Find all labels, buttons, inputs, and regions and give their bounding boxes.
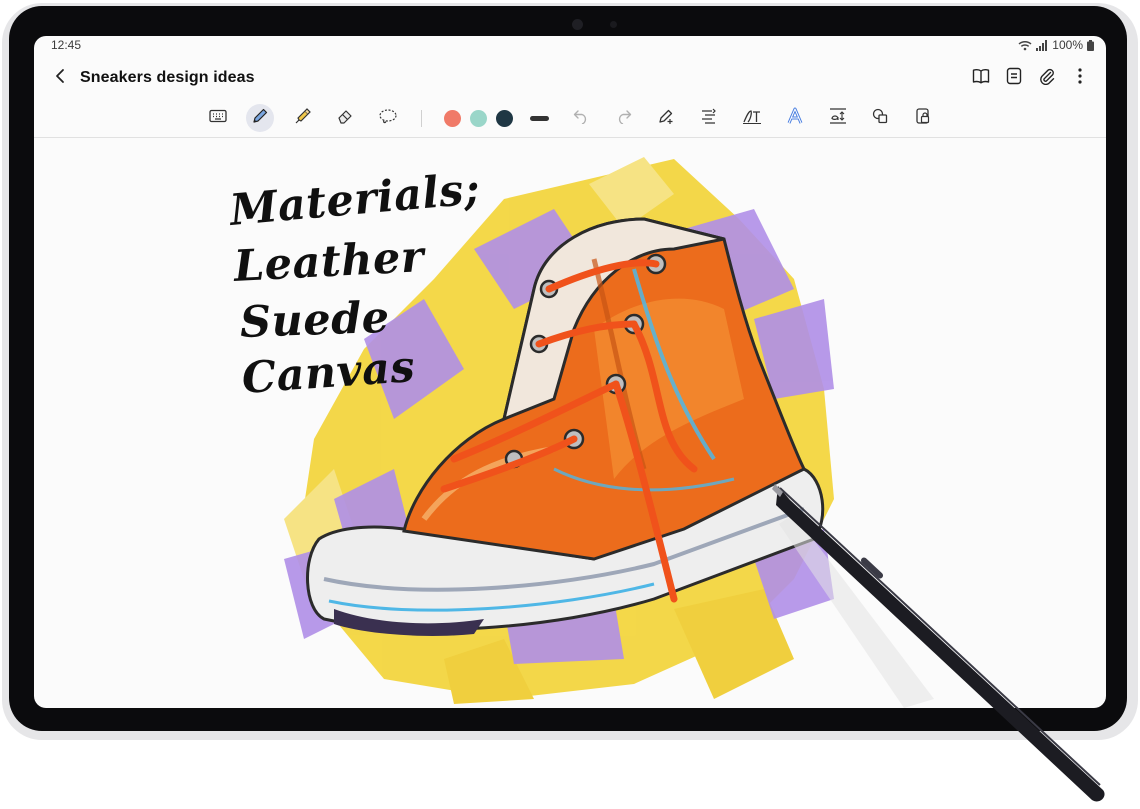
text-box-icon [828, 107, 848, 130]
reading-mode-button[interactable] [969, 66, 993, 90]
straighten-icon [700, 107, 718, 130]
battery-icon [1087, 39, 1094, 51]
color-swatch-coral[interactable] [444, 110, 461, 127]
chevron-left-icon [53, 68, 67, 89]
note-title: Sneakers design ideas [80, 69, 255, 86]
text-box-button[interactable] [824, 104, 852, 132]
status-indicators: 100% [1018, 38, 1094, 52]
text-effect-icon [786, 107, 804, 130]
note-canvas[interactable]: Materials; Leather Suede Canvas [34, 139, 1106, 708]
lock-button[interactable] [909, 104, 937, 132]
paperclip-icon [1038, 67, 1056, 90]
app-header: Sneakers design ideas [34, 60, 1106, 98]
keyboard-icon [209, 109, 227, 128]
more-options-button[interactable] [1068, 66, 1092, 90]
battery-text: 100% [1052, 38, 1083, 52]
straighten-button[interactable] [695, 104, 723, 132]
highlighter-icon [294, 107, 312, 130]
undo-button[interactable] [567, 104, 595, 132]
eraser-tool-button[interactable] [331, 104, 359, 132]
page-view-button[interactable] [1002, 66, 1026, 90]
pen-settings-button[interactable] [652, 104, 680, 132]
signal-icon [1036, 39, 1048, 51]
lasso-tool-button[interactable] [374, 104, 402, 132]
pen-shadow [779, 514, 934, 708]
redo-button[interactable] [610, 104, 638, 132]
shapes-icon [871, 107, 889, 130]
handwritten-notes: Materials; Leather Suede Canvas [228, 164, 482, 407]
pen-tool-button[interactable] [246, 104, 274, 132]
header-actions [969, 66, 1092, 90]
status-bar: 12:45 100% [34, 36, 1106, 54]
toolbar-divider [421, 110, 422, 127]
highlighter-tool-button[interactable] [289, 104, 317, 132]
pen-settings-icon [657, 107, 675, 130]
drawing-toolbar [34, 100, 1106, 138]
shapes-button[interactable] [866, 104, 894, 132]
sneaker-illustration [284, 157, 934, 708]
keyboard-button[interactable] [204, 104, 232, 132]
redo-icon [615, 108, 633, 129]
lock-icon [914, 107, 932, 130]
text-effect-button[interactable] [781, 104, 809, 132]
back-button[interactable] [48, 66, 72, 90]
pen-thickness-indicator[interactable] [530, 116, 549, 121]
wifi-icon [1018, 40, 1032, 51]
handwriting-line: Leather [232, 232, 426, 292]
light-sensor [610, 21, 617, 28]
page-view-icon [1006, 67, 1022, 90]
text-style-icon [742, 107, 762, 130]
lasso-icon [378, 108, 398, 129]
pen-icon [251, 107, 269, 130]
front-camera [572, 19, 583, 30]
status-time: 12:45 [51, 38, 82, 52]
more-vert-icon [1077, 67, 1083, 90]
text-style-button[interactable] [738, 104, 766, 132]
color-swatch-navy[interactable] [496, 110, 513, 127]
color-swatch-mint[interactable] [470, 110, 487, 127]
book-icon [972, 68, 990, 89]
eraser-icon [336, 107, 354, 130]
attach-button[interactable] [1035, 66, 1059, 90]
tablet-screen: 12:45 100% Sneakers design ideas Materia… [34, 36, 1106, 708]
undo-icon [572, 108, 590, 129]
